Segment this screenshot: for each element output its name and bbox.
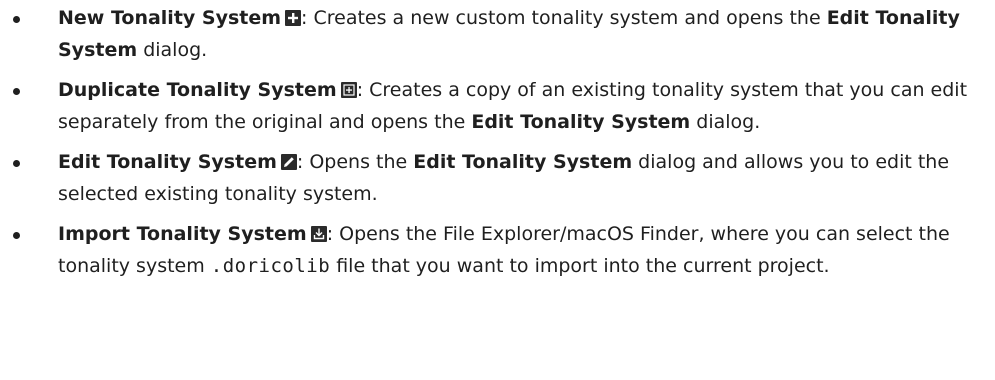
bullet: [13, 160, 20, 167]
item-term: Import Tonality System: [58, 223, 307, 245]
pencil-icon: [280, 154, 297, 170]
duplicate-icon: [340, 82, 357, 98]
item-description-end: dialog.: [690, 111, 761, 133]
list-item-new-tonality-system: New Tonality System : Creates a new custo…: [0, 2, 995, 66]
item-description: : Opens the: [296, 151, 414, 173]
item-term: Duplicate Tonality System: [58, 79, 337, 101]
bullet: [13, 232, 20, 239]
dialog-reference: Edit Tonality System: [471, 111, 691, 133]
item-term: Edit Tonality System: [58, 151, 277, 173]
item-description: : Creates a new custom tonality system a…: [301, 7, 827, 29]
import-icon: [310, 226, 327, 242]
file-extension: .doricolib: [210, 255, 331, 277]
plus-icon: [285, 10, 302, 26]
bullet: [13, 16, 20, 23]
bullet: [13, 88, 20, 95]
item-description-end: dialog.: [137, 39, 208, 61]
list-item-edit-tonality-system: Edit Tonality System: Opens the Edit Ton…: [0, 146, 995, 210]
dialog-reference: Edit Tonality System: [413, 151, 633, 173]
item-term: New Tonality System: [58, 7, 282, 29]
list-item-duplicate-tonality-system: Duplicate Tonality System: Creates a cop…: [0, 74, 995, 138]
item-description-end: file that you want to import into the cu…: [330, 255, 830, 277]
list-item-import-tonality-system: Import Tonality System: Opens the File E…: [0, 218, 995, 282]
bullet-list: New Tonality System : Creates a new custo…: [0, 2, 995, 282]
